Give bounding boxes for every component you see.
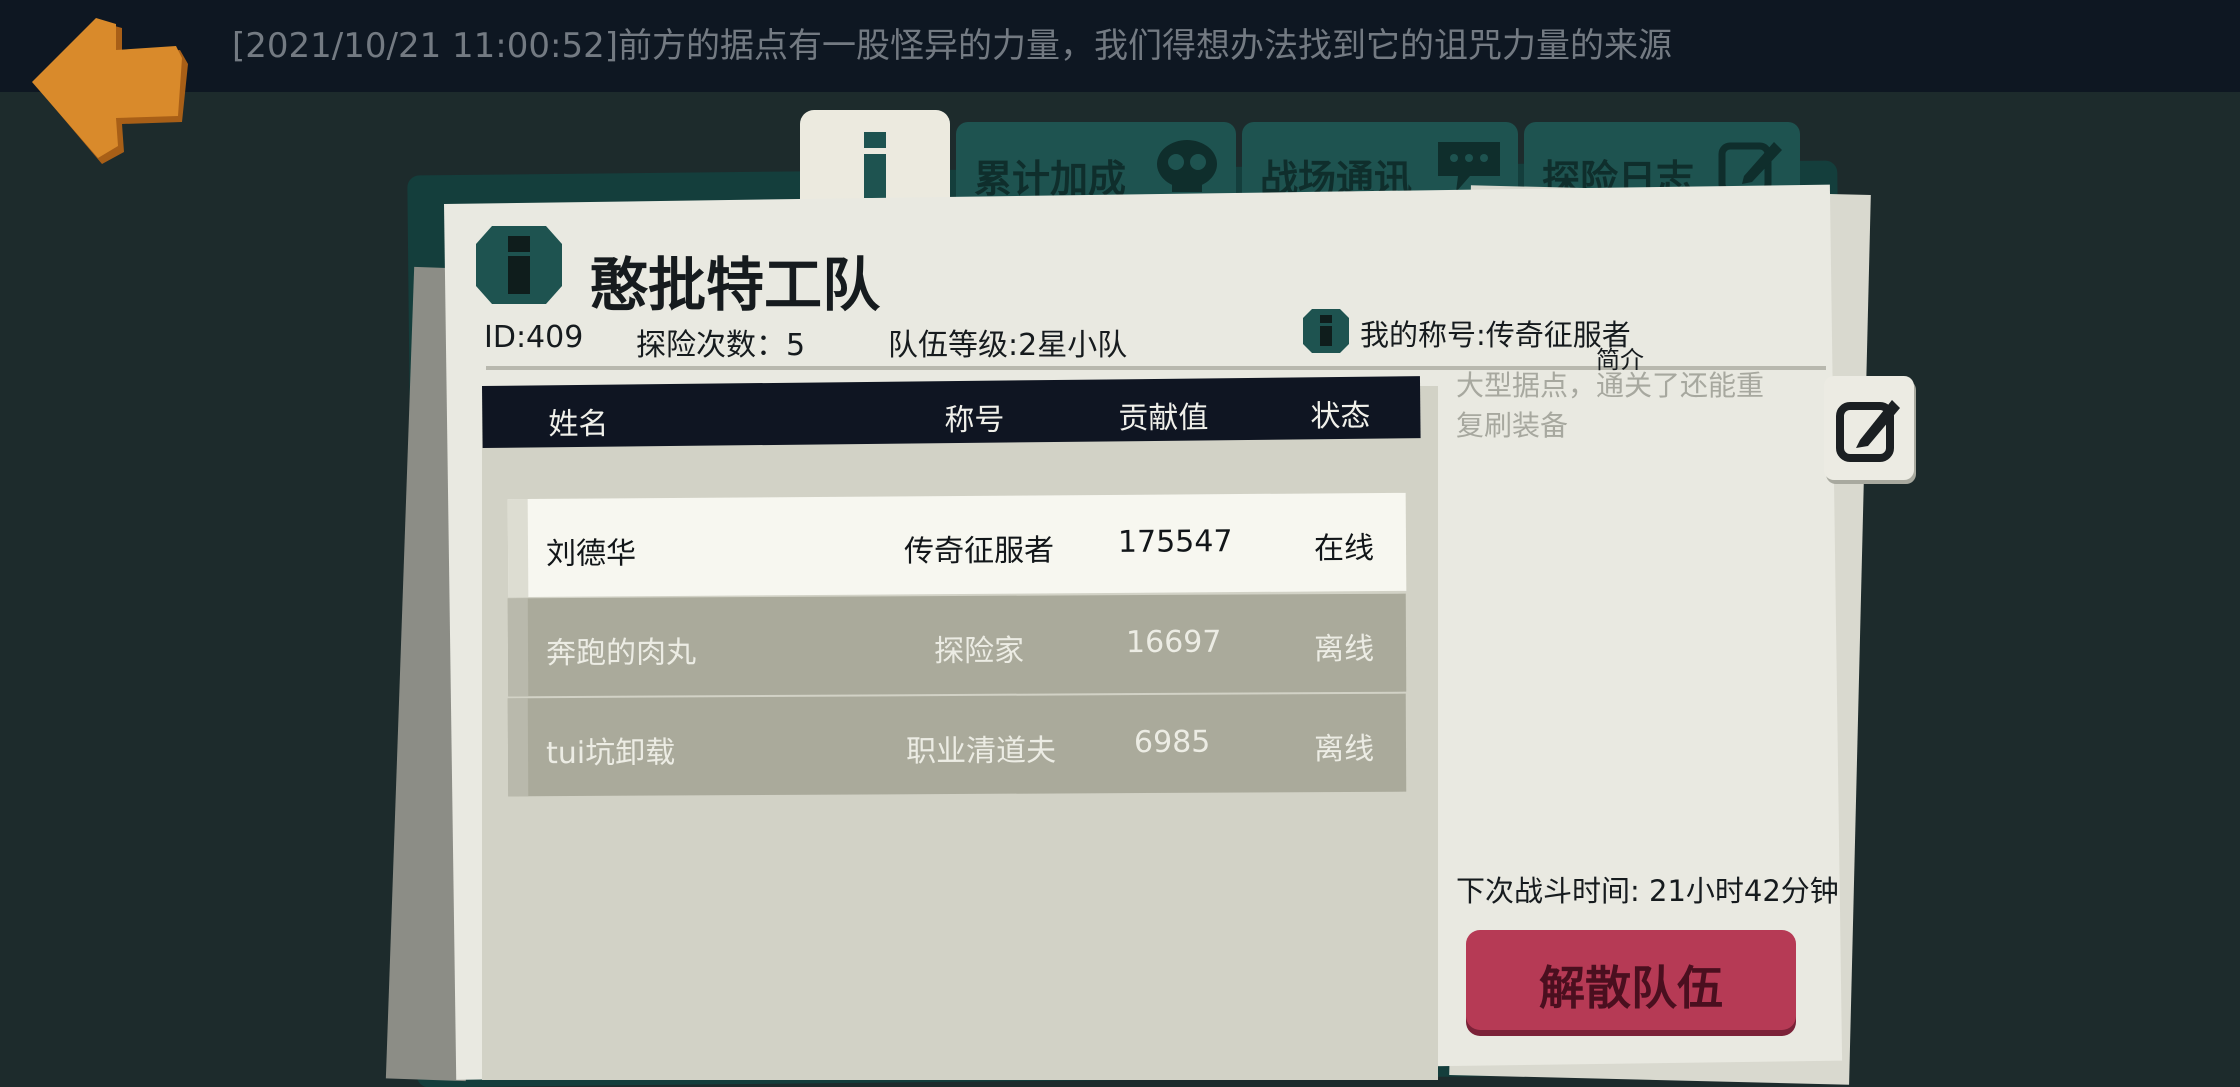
- member-title: 传奇征服者: [903, 533, 1055, 570]
- info-icon: [864, 132, 886, 198]
- row-edge: [507, 698, 529, 797]
- member-status: 离线: [1313, 631, 1375, 668]
- team-info-icon: [476, 226, 562, 304]
- member-contribution: 16697: [1125, 624, 1222, 661]
- team-name: 憨批特工队: [590, 251, 881, 319]
- member-contribution: 175547: [1117, 524, 1233, 560]
- table-row[interactable]: 刘德华 传奇征服者 175547 在线: [507, 492, 1407, 598]
- row-edge: [507, 598, 529, 697]
- next-battle-time: 下次战斗时间: 21小时42分钟: [1456, 874, 1839, 908]
- table-row[interactable]: tui坑卸载 职业清道夫 6985 离线: [507, 693, 1407, 797]
- member-title: 职业清道夫: [905, 733, 1057, 770]
- system-message: [2021/10/21 11:00:52]前方的据点有一股怪异的力量，我们得想办…: [232, 26, 1673, 66]
- member-status: 离线: [1313, 731, 1375, 768]
- member-name: tui坑卸载: [545, 735, 676, 772]
- explore-count: 探险次数：5: [636, 328, 806, 363]
- disband-label: 解散队伍: [1539, 961, 1723, 1015]
- team-level: 队伍等级:2星小队: [888, 328, 1128, 363]
- brief-text: 大型据点，通关了还能重复刷装备: [1456, 369, 1765, 442]
- col-status-header: 状态: [1310, 398, 1371, 435]
- member-title: 探险家: [933, 633, 1025, 670]
- team-id: ID:409: [484, 320, 584, 355]
- member-name: 刘德华: [545, 536, 637, 572]
- table-header: 姓名 称号 贡献值 状态: [482, 376, 1421, 448]
- title-badge-icon: [1303, 309, 1349, 353]
- member-status: 在线: [1313, 531, 1375, 567]
- col-title-header: 称号: [944, 402, 1005, 439]
- col-name-header: 姓名: [548, 406, 609, 443]
- edit-icon: [1836, 400, 1900, 462]
- member-name: 奔跑的肉丸: [545, 635, 697, 672]
- row-edge: [507, 498, 529, 598]
- disband-team-button[interactable]: 解散队伍: [1466, 930, 1796, 1030]
- my-title: 我的称号:传奇征服者: [1360, 318, 1631, 352]
- skull-icon: [1157, 140, 1217, 192]
- edit-brief-button[interactable]: [1824, 376, 1914, 480]
- message-bar: [2021/10/21 11:00:52]前方的据点有一股怪异的力量，我们得想办…: [0, 0, 2240, 92]
- back-arrow-icon: [32, 18, 188, 164]
- table-row[interactable]: 奔跑的肉丸 探险家 16697 离线: [507, 593, 1407, 697]
- col-contribution-header: 贡献值: [1118, 400, 1209, 437]
- member-contribution: 6985: [1133, 724, 1211, 761]
- back-button[interactable]: [30, 14, 192, 166]
